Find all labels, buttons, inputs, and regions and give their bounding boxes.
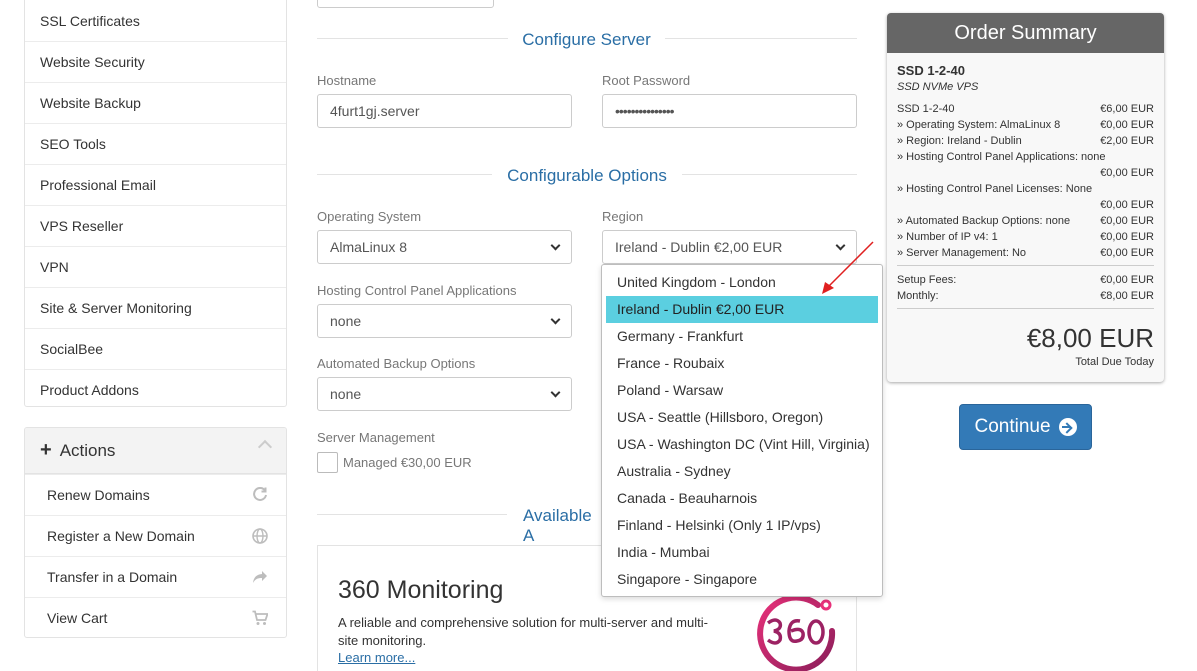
- sidebar-item-product-addons[interactable]: Product Addons: [25, 369, 286, 410]
- operating-system-select[interactable]: AlmaLinux 8: [317, 230, 572, 264]
- configurable-options-title: Configurable Options: [492, 166, 682, 186]
- summary-line-value: €0,00 EUR: [1100, 167, 1154, 179]
- hostname-label: Hostname: [317, 73, 377, 88]
- sidebar-item-seo-tools[interactable]: SEO Tools: [25, 123, 286, 164]
- summary-line: SSD 1-2-40 €6,00 EUR: [897, 103, 1154, 115]
- root-password-label: Root Password: [602, 73, 691, 88]
- hostname-input[interactable]: 4furt1gj.server: [317, 94, 572, 128]
- 360-monitoring-logo-icon: [757, 594, 836, 671]
- total-due-amount: €8,00 EUR: [1026, 323, 1154, 353]
- action-transfer-domain[interactable]: Transfer in a Domain: [25, 556, 286, 597]
- chevron-down-icon: [550, 240, 561, 251]
- actions-title: Actions: [59, 440, 116, 460]
- region-option[interactable]: Poland - Warsaw: [606, 377, 878, 404]
- backup-select[interactable]: none: [317, 377, 572, 411]
- managed-checkbox[interactable]: [317, 452, 338, 473]
- region-option[interactable]: USA - Washington DC (Vint Hill, Virginia…: [606, 431, 878, 458]
- learn-more-link[interactable]: Learn more...: [338, 650, 415, 665]
- actions-panel: + Actions Renew Domains Register a New D…: [24, 427, 287, 638]
- region-option[interactable]: Canada - Beauharnois: [606, 485, 878, 512]
- region-option[interactable]: Finland - Helsinki (Only 1 IP/vps): [606, 512, 878, 539]
- region-option[interactable]: Singapore - Singapore: [606, 566, 878, 593]
- cart-icon: [252, 610, 269, 626]
- summary-line: » Operating System: AlmaLinux 8 €0,00 EUR: [897, 119, 1154, 131]
- sidebar-item-vpn[interactable]: VPN: [25, 246, 286, 287]
- order-summary-title: Order Summary: [887, 13, 1164, 53]
- monthly-line: Monthly: €8,00 EUR: [897, 290, 1154, 302]
- chevron-up-icon[interactable]: [257, 439, 273, 455]
- cpanel-apps-select[interactable]: none: [317, 304, 572, 338]
- summary-line-value: €0,00 EUR: [1100, 199, 1154, 211]
- summary-product-name: SSD 1-2-40: [897, 63, 965, 78]
- summary-line: » Server Management: No €0,00 EUR: [897, 247, 1154, 259]
- root-password-input[interactable]: •••••••••••••••: [602, 94, 857, 128]
- globe-icon: [252, 528, 268, 544]
- action-renew-domains[interactable]: Renew Domains: [25, 474, 286, 515]
- arrow-circle-right-icon: [1058, 418, 1077, 436]
- os-label: Operating System: [317, 209, 422, 224]
- actions-header[interactable]: + Actions: [25, 428, 286, 474]
- summary-line: » Hosting Control Panel Applications: no…: [897, 151, 1106, 163]
- plus-icon: +: [40, 439, 52, 461]
- region-option-selected[interactable]: Ireland - Dublin €2,00 EUR: [606, 296, 878, 323]
- share-arrow-icon: [252, 569, 268, 585]
- sidebar-item-site-server-monitoring[interactable]: Site & Server Monitoring: [25, 287, 286, 328]
- chevron-down-icon: [550, 387, 561, 398]
- server-management-label: Server Management: [317, 430, 435, 445]
- chevron-down-icon: [550, 314, 561, 325]
- sidebar-item-socialbee[interactable]: SocialBee: [25, 328, 286, 369]
- managed-checkbox-label[interactable]: Managed €30,00 EUR: [343, 455, 472, 470]
- action-view-cart[interactable]: View Cart: [25, 597, 286, 637]
- sidebar-item-website-security[interactable]: Website Security: [25, 41, 286, 82]
- continue-button[interactable]: Continue: [959, 404, 1092, 450]
- order-summary: Order Summary SSD 1-2-40 SSD NVMe VPS SS…: [887, 13, 1164, 382]
- region-option[interactable]: USA - Seattle (Hillsboro, Oregon): [606, 404, 878, 431]
- configure-server-title: Configure Server: [508, 30, 665, 50]
- available-addons-title: Available A: [518, 506, 600, 546]
- summary-line: » Region: Ireland - Dublin €2,00 EUR: [897, 135, 1154, 147]
- addon-title: 360 Monitoring: [338, 576, 504, 604]
- action-register-domain[interactable]: Register a New Domain: [25, 515, 286, 556]
- billing-cycle-select[interactable]: [317, 0, 494, 8]
- refresh-icon: [252, 486, 268, 503]
- region-option[interactable]: Germany - Frankfurt: [606, 323, 878, 350]
- annotation-arrow-icon: [822, 241, 874, 294]
- sidebar-item-ssl-certificates[interactable]: SSL Certificates: [25, 0, 286, 41]
- summary-divider: [897, 265, 1154, 266]
- total-due-label: Total Due Today: [1075, 356, 1154, 368]
- region-option[interactable]: Australia - Sydney: [606, 458, 878, 485]
- region-label: Region: [602, 209, 644, 224]
- sidebar-item-vps-reseller[interactable]: VPS Reseller: [25, 205, 286, 246]
- backup-label: Automated Backup Options: [317, 356, 476, 371]
- sidebar-categories: SSL Certificates Website Security Websit…: [24, 0, 287, 407]
- region-dropdown-list: United Kingdom - London Ireland - Dublin…: [601, 264, 883, 597]
- summary-line: » Number of IP v4: 1 €0,00 EUR: [897, 231, 1154, 243]
- sidebar-item-website-backup[interactable]: Website Backup: [25, 82, 286, 123]
- addon-description: A reliable and comprehensive solution fo…: [338, 615, 708, 648]
- region-option[interactable]: India - Mumbai: [606, 539, 878, 566]
- section-divider: [317, 514, 507, 515]
- sidebar-item-professional-email[interactable]: Professional Email: [25, 164, 286, 205]
- summary-line: » Automated Backup Options: none €0,00 EU…: [897, 215, 1154, 227]
- summary-divider: [897, 308, 1154, 309]
- summary-line: » Hosting Control Panel Licenses: None: [897, 183, 1093, 195]
- summary-product-group: SSD NVMe VPS: [897, 81, 979, 93]
- cpanel-apps-label: Hosting Control Panel Applications: [317, 283, 517, 298]
- region-option[interactable]: France - Roubaix: [606, 350, 878, 377]
- setup-fees-line: Setup Fees: €0,00 EUR: [897, 274, 1154, 286]
